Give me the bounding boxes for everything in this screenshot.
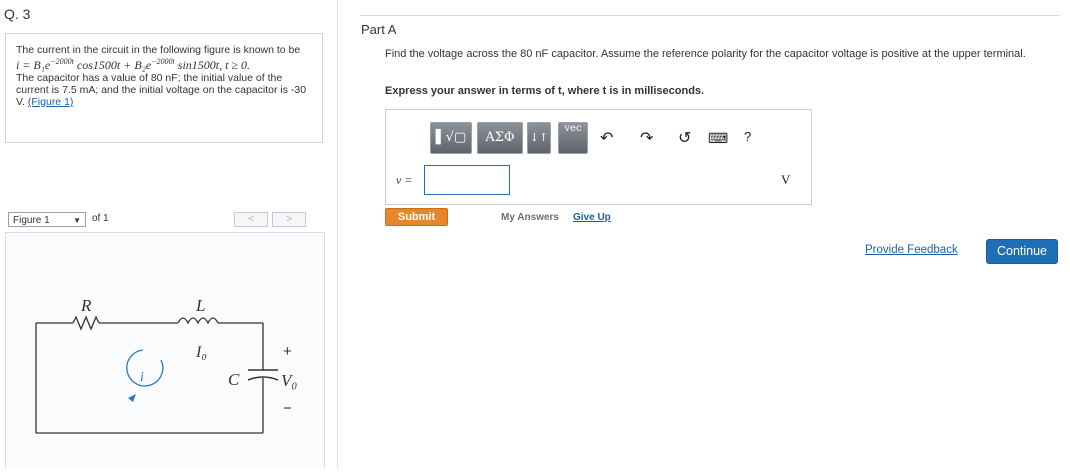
math-toolbar: ▌√▢ ΑΣΦ ↓↑ vec ↶ ↷ ↺ ⌨ ? <box>430 122 770 156</box>
plus-sign: + <box>283 343 292 360</box>
question-number: Q. 3 <box>4 6 31 22</box>
help-icon[interactable]: ? <box>744 129 751 144</box>
initial-voltage-label: V₀ <box>281 371 297 390</box>
figure-count: of 1 <box>92 213 109 224</box>
problem-statement: The current in the circuit in the follow… <box>5 33 323 143</box>
figure-panel: R L I₀ i C V₀ + − <box>5 232 325 468</box>
part-divider <box>360 15 1060 16</box>
inductor-label: L <box>195 296 205 315</box>
templates-button[interactable]: ▌√▢ <box>430 122 472 154</box>
minus-sign: − <box>283 400 292 417</box>
problem-line-1: The current in the circuit in the follow… <box>16 44 301 56</box>
continue-button[interactable]: Continue <box>986 239 1058 264</box>
vec-button[interactable]: vec <box>558 122 588 154</box>
next-figure-button[interactable]: > <box>272 212 306 227</box>
panel-divider <box>337 0 338 468</box>
figure-select[interactable]: Figure 1 ▼ <box>8 212 86 227</box>
redo-icon[interactable]: ↷ <box>640 128 653 148</box>
current-equation: i = B₁e−2000t cos1500t + B₂e−2000t sin15… <box>16 57 251 72</box>
part-title: Part A <box>361 22 397 37</box>
resistor-label: R <box>80 296 92 315</box>
current-label: i <box>140 370 144 385</box>
figure-link[interactable]: (Figure 1) <box>28 96 74 108</box>
give-up-link[interactable]: Give Up <box>573 212 611 223</box>
my-answers-link[interactable]: My Answers <box>501 212 559 223</box>
undo-icon[interactable]: ↶ <box>600 128 613 148</box>
answer-input[interactable] <box>424 165 510 195</box>
answer-unit: V <box>781 172 791 187</box>
prev-figure-button[interactable]: < <box>234 212 268 227</box>
reset-icon[interactable]: ↺ <box>678 128 691 148</box>
answer-box: ▌√▢ ΑΣΦ ↓↑ vec ↶ ↷ ↺ ⌨ ? v = V <box>385 109 812 205</box>
capacitor-label: C <box>228 370 240 389</box>
greek-button[interactable]: ΑΣΦ <box>477 122 523 154</box>
submit-button[interactable]: Submit <box>385 208 448 226</box>
answer-variable-label: v = <box>396 173 413 187</box>
circuit-diagram: R L I₀ i C V₀ + − <box>35 296 297 434</box>
provide-feedback-link[interactable]: Provide Feedback <box>865 244 958 256</box>
chevron-down-icon: ▼ <box>73 216 81 225</box>
part-question: Find the voltage across the 80 nF capaci… <box>385 48 1026 60</box>
arrows-button[interactable]: ↓↑ <box>527 122 551 154</box>
initial-current-label: I₀ <box>195 344 207 361</box>
keyboard-icon[interactable]: ⌨ <box>708 130 728 147</box>
answer-instruction: Express your answer in terms of t, where… <box>385 85 705 97</box>
figure-navigation: Figure 1 ▼ of 1 < > <box>8 212 324 229</box>
